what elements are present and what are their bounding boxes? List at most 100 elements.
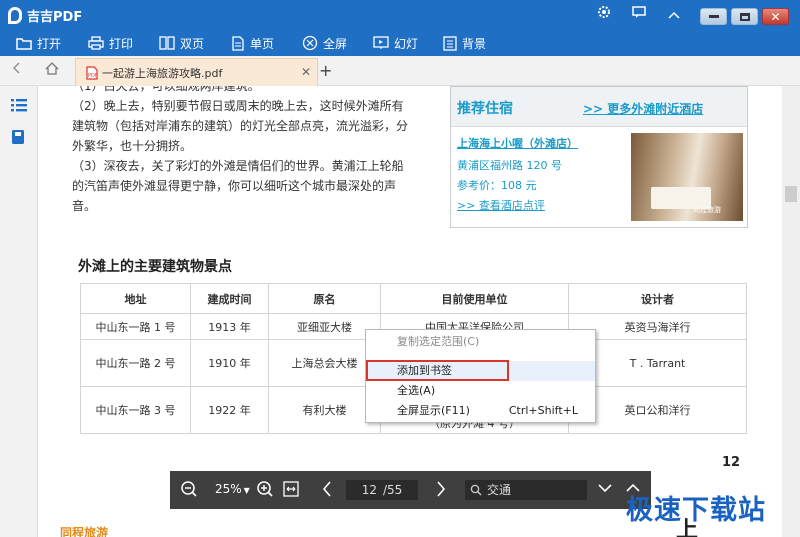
menu-item-copy-label: 复制选定范围(C) bbox=[397, 335, 480, 348]
title-bar: 吉吉PDF ✕ bbox=[0, 0, 800, 30]
table-header: 原名 bbox=[268, 283, 381, 314]
close-icon: ✕ bbox=[770, 9, 781, 24]
current-page: 12 bbox=[361, 483, 377, 497]
search-icon bbox=[470, 484, 482, 496]
menu-item-select-all[interactable]: 全选(A) bbox=[366, 381, 595, 401]
pdf-page: （1）白天去，可以细观两岸建筑。 （2）晚上去，特别要节假日或周末的晚上去，这时… bbox=[38, 86, 782, 537]
table-cell: 中山东一路 2 号 bbox=[80, 339, 191, 387]
single-page-label: 单页 bbox=[250, 36, 275, 51]
zoom-out-icon[interactable] bbox=[180, 480, 198, 501]
bottom-nav-bar: 25% ▼ 12/55 交通 bbox=[170, 471, 651, 509]
background-button[interactable]: 背景 bbox=[443, 33, 486, 53]
table-header: 目前使用单位 bbox=[380, 283, 569, 314]
double-page-icon bbox=[159, 36, 175, 50]
tab-bar: PDF 一起游上海旅游攻略.pdf ✕ + bbox=[0, 56, 800, 86]
slideshow-label: 幻灯 bbox=[394, 36, 419, 51]
table-cell: 1910 年 bbox=[190, 339, 269, 387]
table-cell: 上海总会大楼 bbox=[268, 339, 381, 387]
hotel-photo: 同程旅游 bbox=[631, 133, 743, 221]
pdf-file-icon: PDF bbox=[86, 65, 98, 80]
collapse-icon[interactable] bbox=[664, 5, 684, 25]
new-tab-icon[interactable]: + bbox=[319, 61, 332, 80]
paragraph-3-line-3: 音。 bbox=[72, 199, 97, 213]
table-cell: 中山东一路 3 号 bbox=[80, 386, 191, 434]
search-value: 交通 bbox=[487, 483, 512, 497]
paragraph-1: （1）白天去，可以细观两岸建筑。 bbox=[72, 86, 260, 93]
app-window: 吉吉PDF ✕ 打开 打印 双页 单页 全屏 幻灯 背景 PDF 一起游上海旅游… bbox=[0, 0, 800, 537]
double-page-label: 双页 bbox=[180, 36, 205, 51]
hotel-panel-header: 推荐住宿 >> 更多外滩附近酒店 bbox=[451, 87, 747, 127]
single-page-icon bbox=[232, 35, 244, 51]
site-watermark: 极速下载站 bbox=[626, 495, 766, 526]
open-button[interactable]: 打开 bbox=[16, 33, 61, 53]
back-icon[interactable] bbox=[9, 62, 25, 78]
hotel-panel-title: 推荐住宿 bbox=[457, 101, 513, 117]
hotel-name-link[interactable]: 上海海上小喔（外滩店） bbox=[457, 135, 578, 151]
hotel-review-link[interactable]: >> 查看酒店点评 bbox=[457, 197, 545, 213]
svg-text:PDF: PDF bbox=[88, 73, 98, 79]
context-menu: 复制选定范围(C) 添加到书签 全选(A) 全屏显示(F11) Ctrl+Shi… bbox=[365, 329, 596, 423]
menu-item-fullscreen[interactable]: 全屏显示(F11) Ctrl+Shift+L bbox=[366, 401, 595, 421]
table-cell: 亚细亚大楼 bbox=[268, 313, 381, 340]
table-header-row: 地址 建成时间 原名 目前使用单位 设计者 bbox=[80, 283, 747, 314]
menu-item-copy[interactable]: 复制选定范围(C) bbox=[366, 332, 595, 352]
app-title: 吉吉PDF bbox=[27, 10, 83, 25]
tab-close-icon[interactable]: ✕ bbox=[301, 65, 311, 79]
scrollbar-thumb[interactable] bbox=[785, 186, 797, 202]
fullscreen-icon bbox=[302, 35, 318, 51]
previous-page-icon[interactable] bbox=[322, 480, 332, 501]
search-input[interactable]: 交通 bbox=[465, 480, 587, 500]
document-view: （1）白天去，可以细观两岸建筑。 （2）晚上去，特别要节假日或周末的晚上去，这时… bbox=[38, 86, 782, 537]
settings-icon[interactable] bbox=[594, 5, 614, 25]
zoom-value: 25% bbox=[215, 482, 242, 496]
table-cell: 1922 年 bbox=[190, 386, 269, 434]
fit-width-icon[interactable] bbox=[283, 481, 299, 500]
tab-document[interactable]: PDF 一起游上海旅游攻略.pdf ✕ bbox=[75, 58, 318, 86]
fullscreen-button[interactable]: 全屏 bbox=[302, 33, 347, 53]
message-icon[interactable] bbox=[629, 5, 649, 25]
open-label: 打开 bbox=[37, 36, 62, 51]
folder-icon bbox=[16, 38, 32, 50]
hotel-address: 黄浦区福州路 120 号 bbox=[457, 159, 562, 172]
slideshow-icon bbox=[373, 36, 389, 49]
total-pages: /55 bbox=[382, 483, 403, 497]
print-button[interactable]: 打印 bbox=[88, 33, 133, 53]
hotel-photo-watermark: 同程旅游 bbox=[693, 206, 721, 214]
paragraph-2-line-3: 外繁华，也十分拥挤。 bbox=[72, 139, 193, 153]
section-title: 外滩上的主要建筑物景点 bbox=[78, 259, 232, 275]
bookmark-book-icon[interactable] bbox=[11, 129, 27, 145]
home-icon[interactable] bbox=[44, 62, 60, 78]
single-page-button[interactable]: 单页 bbox=[231, 33, 274, 53]
paragraph-2-line-2: 建筑物（包括对岸浦东的建筑）的灯光全部点亮，流光溢彩，分 bbox=[72, 119, 409, 133]
outline-list-icon[interactable] bbox=[11, 97, 27, 113]
table-header: 设计者 bbox=[568, 283, 747, 314]
search-down-icon[interactable] bbox=[598, 482, 612, 496]
vertical-scrollbar[interactable] bbox=[782, 86, 800, 537]
main-toolbar: 打开 打印 双页 单页 全屏 幻灯 背景 bbox=[0, 30, 800, 56]
next-page-icon[interactable] bbox=[436, 480, 446, 501]
app-logo: 吉吉PDF bbox=[8, 6, 82, 25]
menu-item-shortcut: Ctrl+Shift+L bbox=[508, 404, 578, 417]
hotel-price: 参考价：108 元 bbox=[457, 179, 537, 192]
highlight-box bbox=[366, 360, 509, 381]
more-hotels-link[interactable]: >> 更多外滩附近酒店 bbox=[583, 100, 703, 117]
table-header: 建成时间 bbox=[190, 283, 269, 314]
zoom-select[interactable]: 25% ▼ bbox=[215, 482, 250, 496]
print-label: 打印 bbox=[109, 36, 134, 51]
page-number-input[interactable]: 12/55 bbox=[346, 480, 418, 500]
close-button[interactable]: ✕ bbox=[762, 8, 789, 25]
minimize-button[interactable] bbox=[700, 8, 727, 25]
printer-icon bbox=[88, 36, 104, 50]
maximize-button[interactable] bbox=[731, 8, 758, 25]
slideshow-button[interactable]: 幻灯 bbox=[373, 33, 418, 53]
menu-item-select-all-label: 全选(A) bbox=[397, 384, 436, 397]
paragraph-2-line-1: （2）晚上去，特别要节假日或周末的晚上去，这时候外滩所有 bbox=[72, 99, 404, 113]
table-cell: 1913 年 bbox=[190, 313, 269, 340]
table-header: 地址 bbox=[80, 283, 191, 314]
double-page-button[interactable]: 双页 bbox=[159, 33, 204, 53]
hotel-panel: 推荐住宿 >> 更多外滩附近酒店 上海海上小喔（外滩店） 黄浦区福州路 120 … bbox=[450, 86, 748, 228]
left-sidebar bbox=[0, 86, 38, 537]
zoom-in-icon[interactable] bbox=[256, 480, 274, 501]
page-number: 12 bbox=[722, 455, 741, 470]
next-page-brand-text: 同程旅游 bbox=[60, 526, 109, 537]
